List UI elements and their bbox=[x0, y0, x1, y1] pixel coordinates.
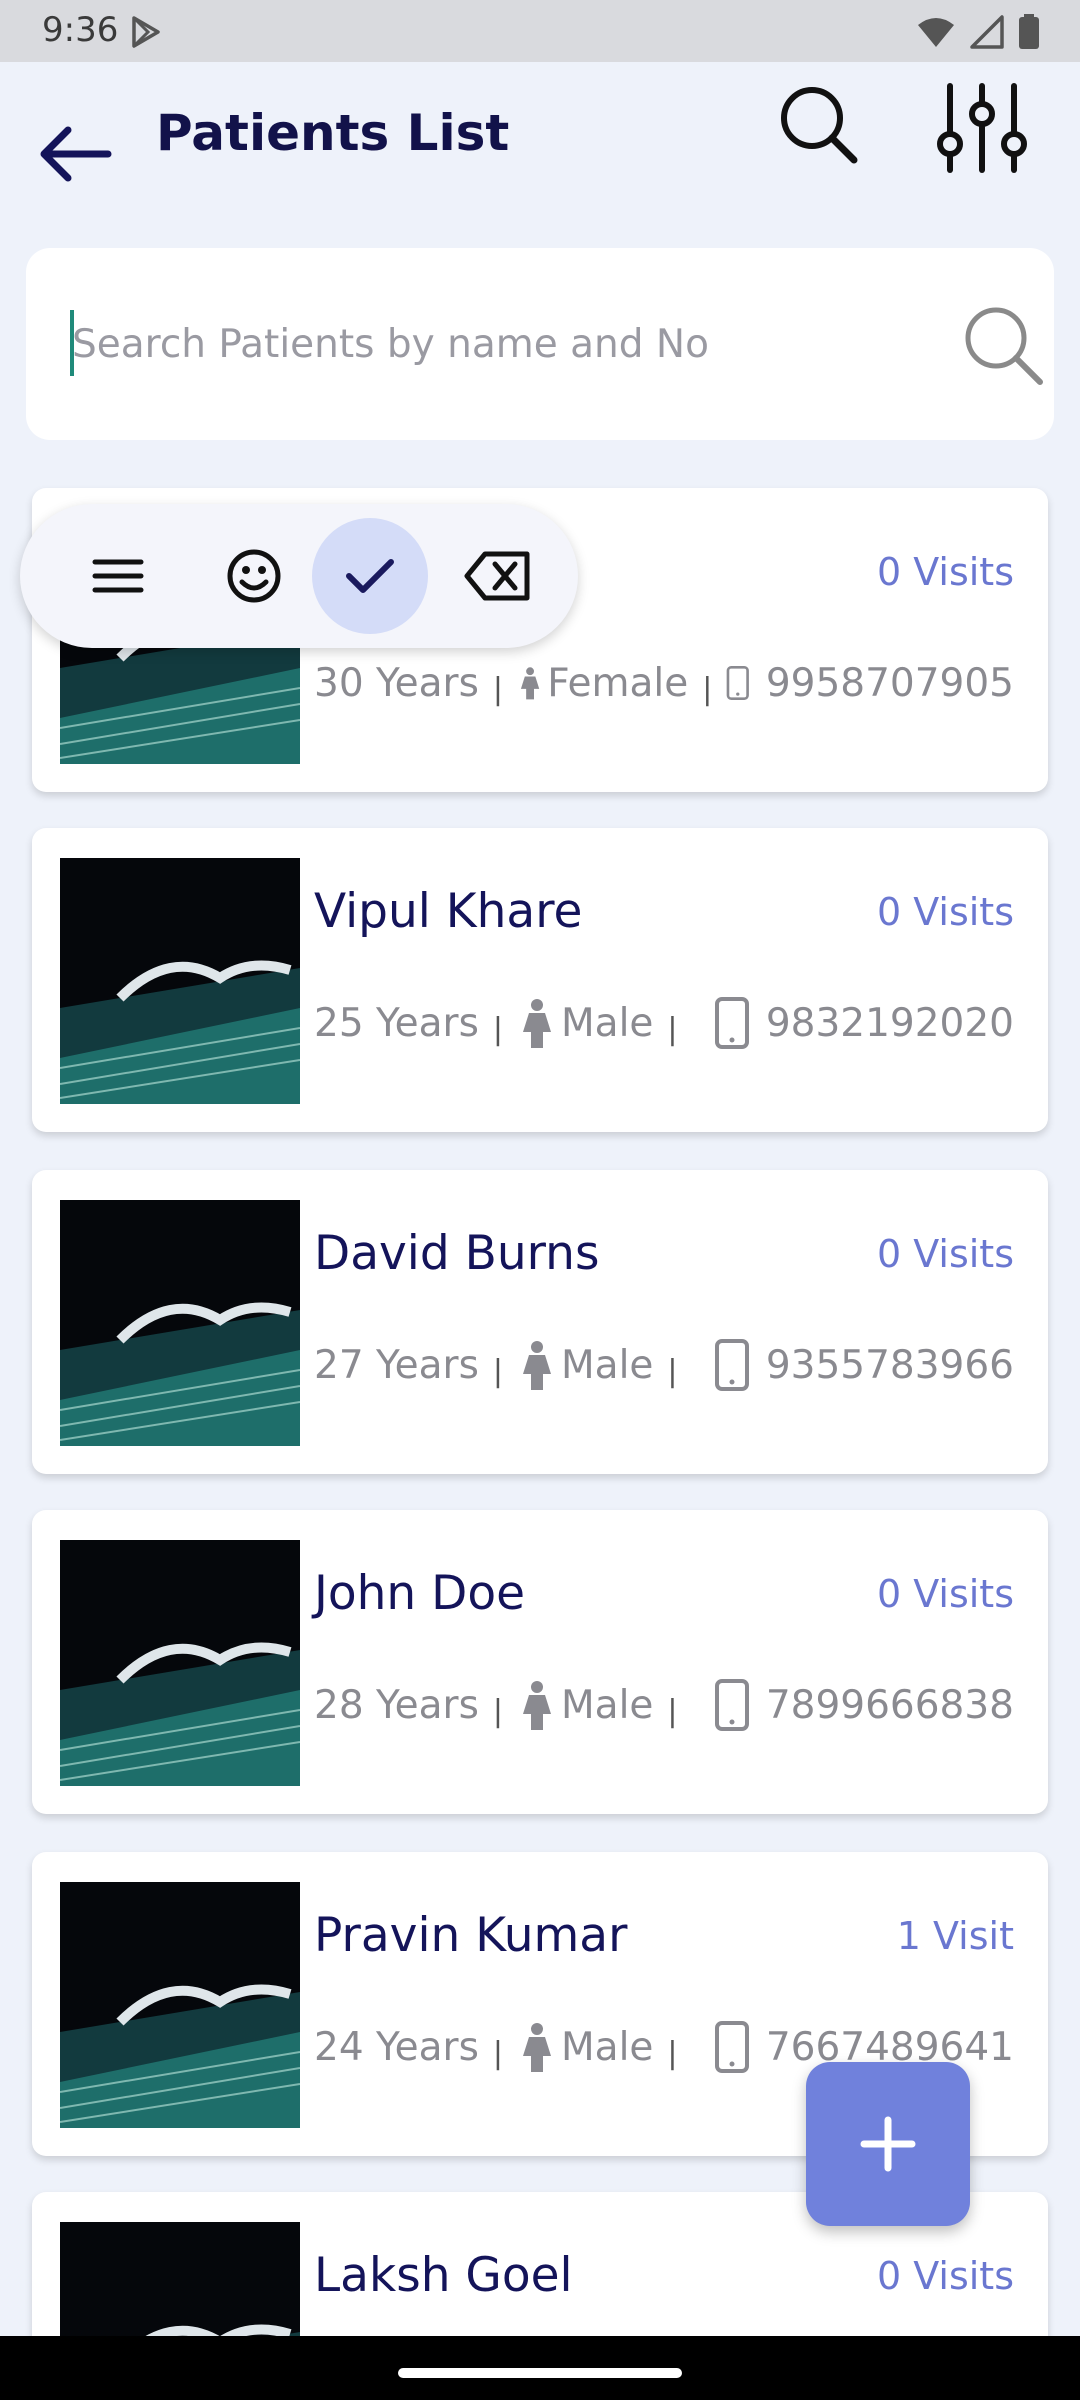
search-icon[interactable] bbox=[776, 82, 860, 166]
keyboard-toolbar bbox=[20, 504, 578, 648]
status-time: 9:36 bbox=[42, 10, 119, 50]
gender-icon bbox=[520, 667, 540, 700]
patient-phone: 9355783966 bbox=[765, 1342, 1014, 1388]
play-store-icon bbox=[132, 16, 160, 48]
patient-visits: 0 Visits bbox=[876, 2254, 1014, 2298]
patient-age: 30 Years bbox=[314, 660, 479, 706]
battery-icon bbox=[1019, 14, 1039, 49]
patient-photo bbox=[60, 858, 300, 1104]
backspace-button[interactable] bbox=[448, 526, 548, 626]
filter-sliders-icon[interactable] bbox=[936, 82, 1028, 174]
patient-card[interactable]: Vipul Khare 0 Visits 25 Years | Male | 9… bbox=[32, 828, 1048, 1132]
wifi-icon bbox=[918, 18, 954, 47]
status-bar: 9:36 bbox=[0, 0, 1080, 62]
patient-card[interactable]: John Doe 0 Visits 28 Years | Male | 7899… bbox=[32, 1510, 1048, 1814]
plus-icon bbox=[860, 2116, 916, 2172]
patient-phone: 7899666838 bbox=[765, 1682, 1014, 1728]
patient-gender: Male bbox=[561, 1000, 654, 1046]
patient-visits: 0 Visits bbox=[876, 1232, 1014, 1276]
app-header: Patients List bbox=[0, 62, 1080, 212]
patient-visits: 0 Visits bbox=[876, 550, 1014, 594]
search-bar bbox=[26, 248, 1054, 440]
gender-icon bbox=[523, 999, 552, 1048]
patient-card[interactable]: David Burns 0 Visits 27 Years | Male | 9… bbox=[32, 1170, 1048, 1474]
phone-icon bbox=[726, 665, 750, 701]
patient-name: Laksh Goel bbox=[314, 2248, 573, 2303]
patient-photo bbox=[60, 1540, 300, 1786]
patient-gender: Male bbox=[561, 2024, 654, 2070]
done-button[interactable] bbox=[312, 518, 428, 634]
phone-icon bbox=[714, 1679, 749, 1731]
patient-visits: 0 Visits bbox=[876, 890, 1014, 934]
patient-age: 24 Years bbox=[314, 2024, 479, 2070]
patient-photo bbox=[60, 1882, 300, 2128]
page-title: Patients List bbox=[156, 104, 510, 162]
system-nav-bar bbox=[0, 2336, 1080, 2400]
patient-name: Vipul Khare bbox=[314, 884, 583, 939]
patient-gender: Female bbox=[547, 660, 689, 706]
patient-age: 27 Years bbox=[314, 1342, 479, 1388]
emoji-icon bbox=[227, 549, 281, 603]
signal-icon bbox=[970, 15, 1004, 49]
patient-photo bbox=[60, 1200, 300, 1446]
search-icon[interactable] bbox=[960, 302, 1046, 388]
patient-age: 28 Years bbox=[314, 1682, 479, 1728]
gender-icon bbox=[523, 1341, 552, 1390]
patient-meta: 28 Years | Male | 7899666838 bbox=[314, 1670, 1014, 1740]
emoji-button[interactable] bbox=[204, 526, 304, 626]
patient-name: Pravin Kumar bbox=[314, 1908, 628, 1963]
back-arrow-icon[interactable] bbox=[36, 114, 116, 194]
gender-icon bbox=[523, 2023, 552, 2072]
phone-icon bbox=[714, 2021, 749, 2073]
patient-visits: 1 Visit bbox=[896, 1914, 1014, 1958]
patient-visits: 0 Visits bbox=[876, 1572, 1014, 1616]
menu-icon bbox=[92, 559, 144, 593]
phone-icon bbox=[714, 1339, 749, 1391]
text-cursor bbox=[70, 310, 74, 376]
patient-meta: 25 Years | Male | 9832192020 bbox=[314, 988, 1014, 1058]
search-input[interactable] bbox=[72, 312, 922, 376]
patient-name: John Doe bbox=[314, 1566, 525, 1621]
gender-icon bbox=[523, 1681, 552, 1730]
patient-age: 25 Years bbox=[314, 1000, 479, 1046]
patient-phone: 9832192020 bbox=[765, 1000, 1014, 1046]
patient-name: David Burns bbox=[314, 1226, 600, 1281]
check-icon bbox=[346, 559, 394, 593]
backspace-icon bbox=[464, 551, 530, 601]
home-gesture-handle[interactable] bbox=[398, 2368, 682, 2378]
phone-icon bbox=[714, 997, 749, 1049]
patient-meta: 30 Years | Female | 9958707905 bbox=[314, 648, 1014, 718]
patient-meta: 27 Years | Male | 9355783966 bbox=[314, 1330, 1014, 1400]
patient-gender: Male bbox=[561, 1342, 654, 1388]
add-patient-button[interactable] bbox=[806, 2062, 970, 2226]
menu-button[interactable] bbox=[68, 526, 168, 626]
patient-phone: 9958707905 bbox=[765, 660, 1014, 706]
patient-gender: Male bbox=[561, 1682, 654, 1728]
